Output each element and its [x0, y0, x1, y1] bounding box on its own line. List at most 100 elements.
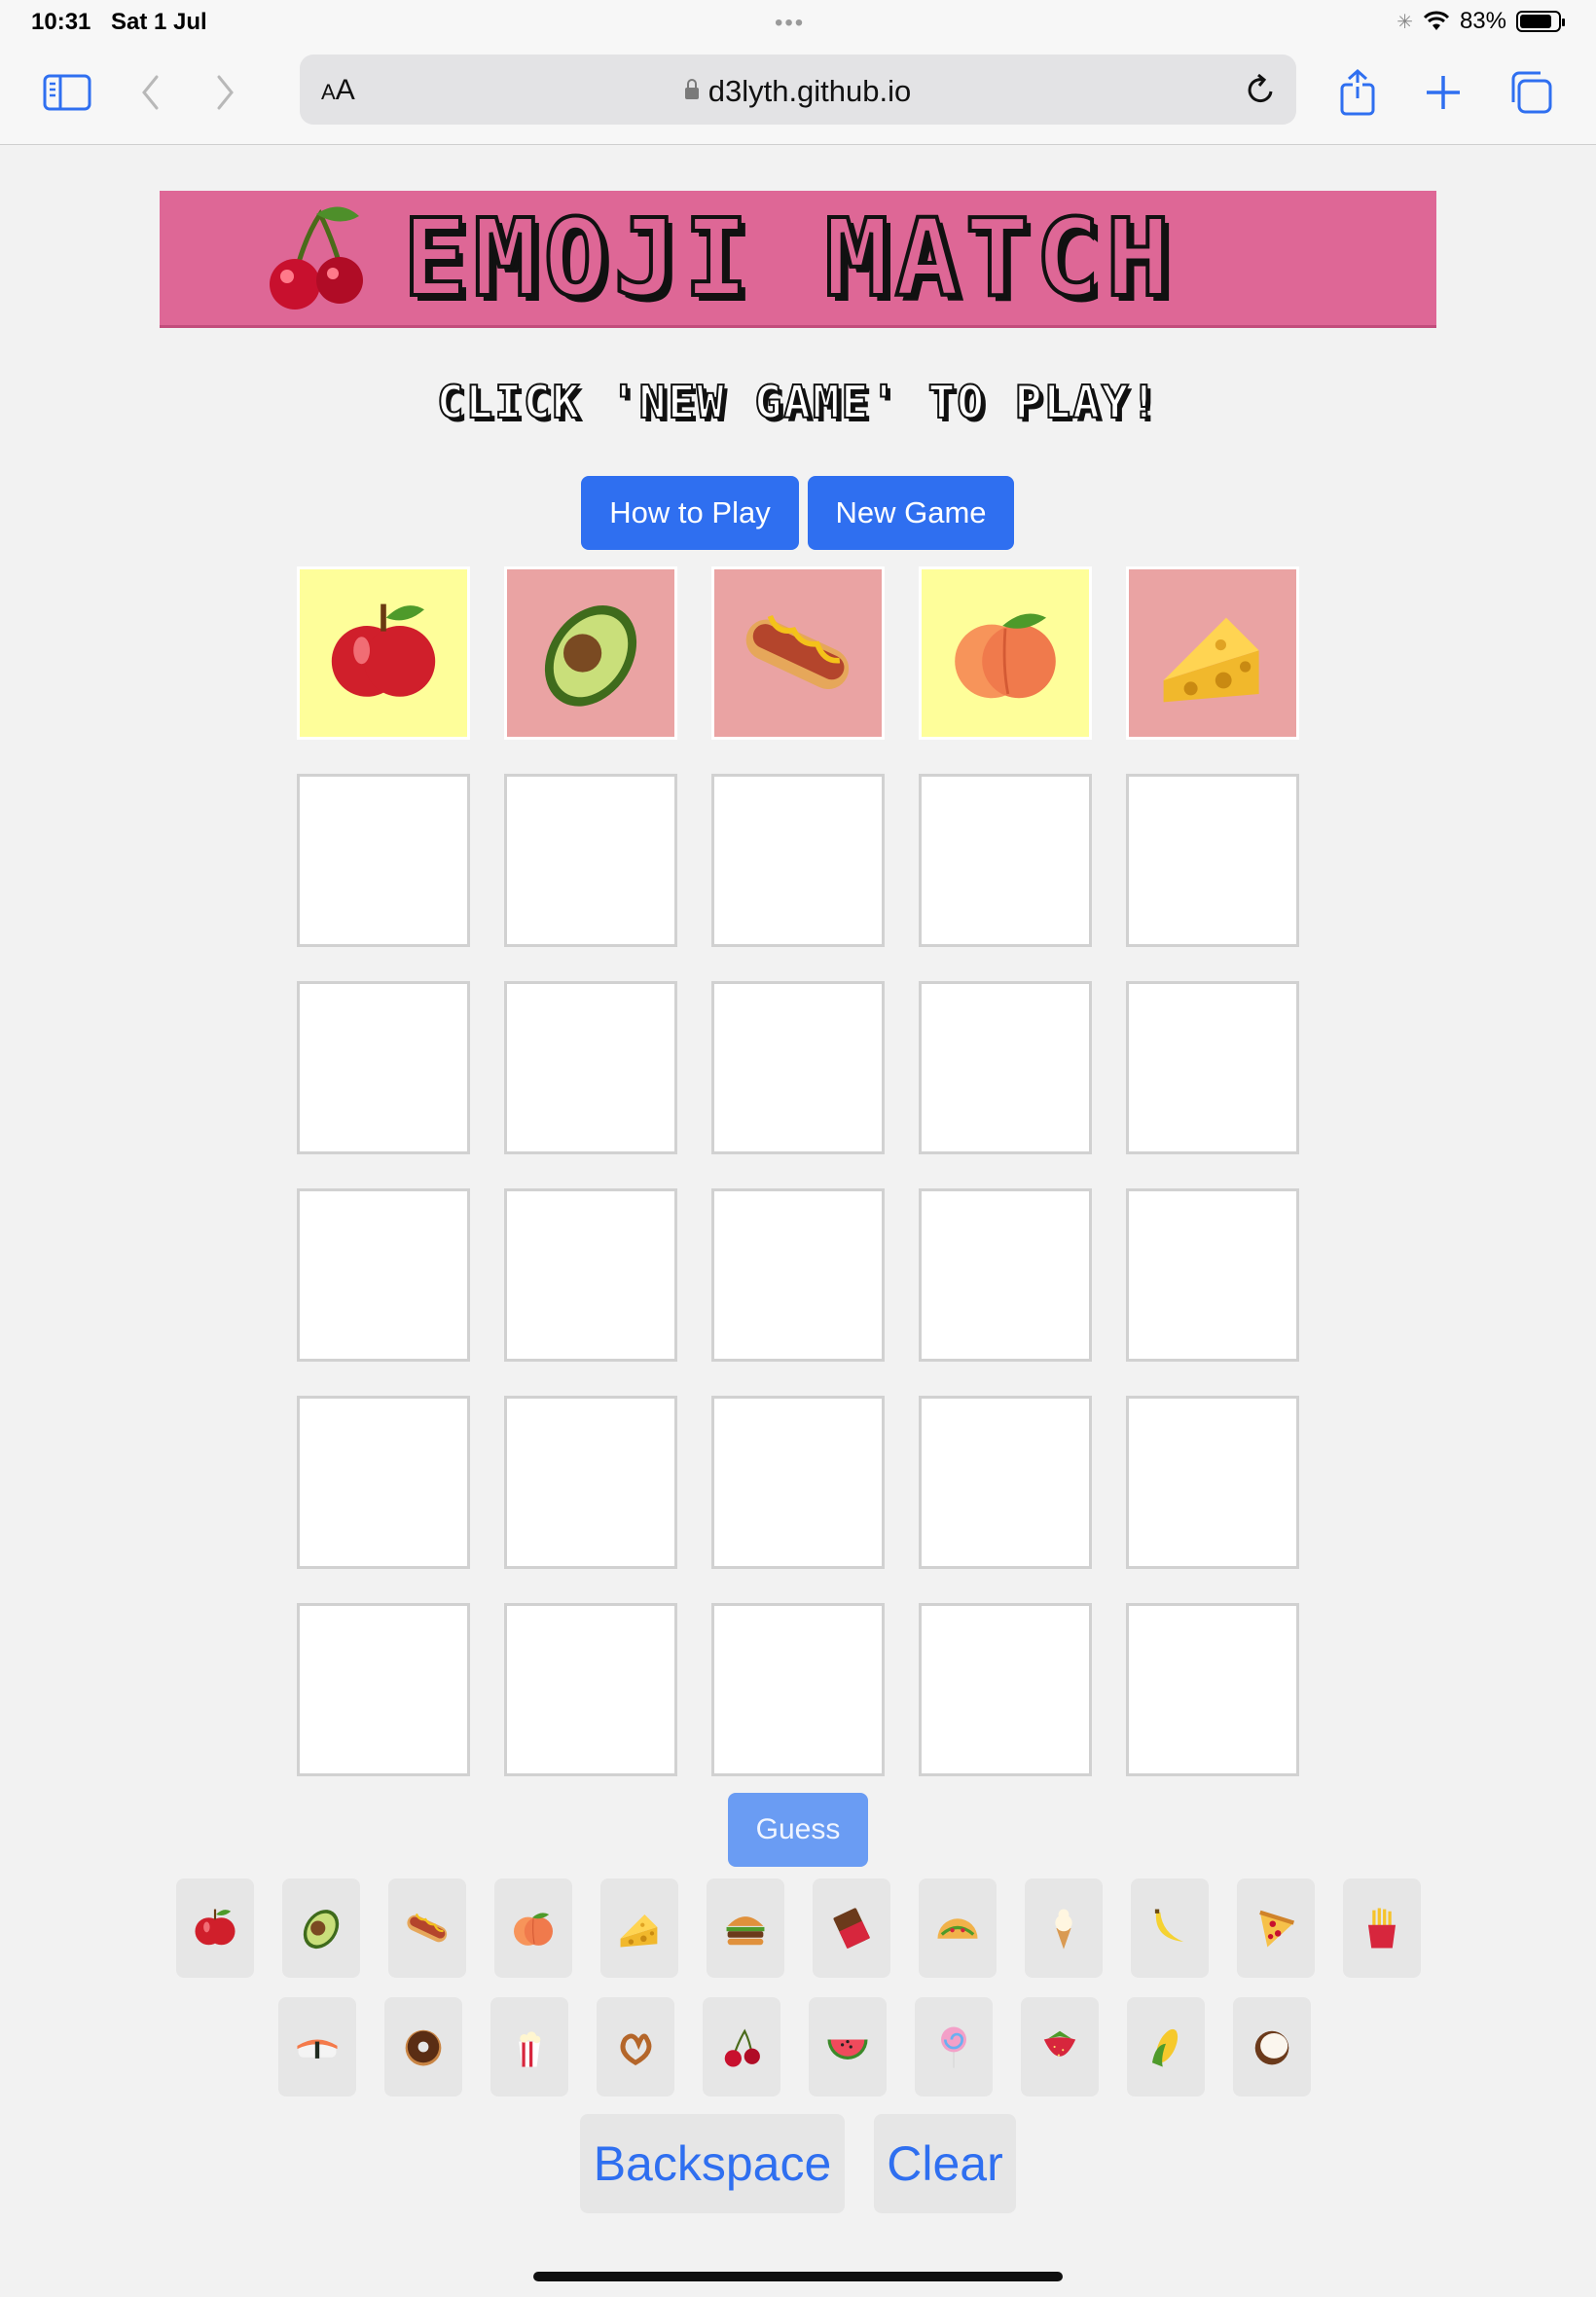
title-banner: EMOJI MATCH: [160, 191, 1436, 328]
empty-tile: [1126, 1188, 1299, 1362]
emoji-key-ice-cream[interactable]: [1025, 1878, 1103, 1978]
back-icon[interactable]: [125, 66, 177, 119]
coconut-icon: [1254, 2030, 1289, 2065]
banana-icon: [1154, 1909, 1184, 1943]
empty-tile: [1126, 1603, 1299, 1776]
emoji-key-strawberry[interactable]: [1021, 1997, 1099, 2096]
empty-tile: [504, 1603, 677, 1776]
cheese-icon: [1163, 617, 1259, 703]
hot-dog-icon: [407, 1913, 448, 1943]
taco-icon: [937, 1918, 978, 1939]
empty-tile: [504, 1188, 677, 1362]
battery-level: [1520, 15, 1551, 28]
empty-tile: [1126, 981, 1299, 1154]
emoji-key-donut[interactable]: [384, 1997, 462, 2096]
apple-icon: [331, 603, 436, 697]
empty-tile: [504, 774, 677, 947]
forward-icon[interactable]: [199, 66, 251, 119]
emoji-key-avocado[interactable]: [282, 1878, 360, 1978]
empty-tile: [297, 981, 470, 1154]
board-tile: [297, 566, 470, 740]
emoji-key-pizza[interactable]: [1237, 1878, 1315, 1978]
reload-icon[interactable]: [1242, 70, 1279, 109]
activity-spinner-icon: ✳: [1396, 11, 1413, 33]
emoji-key-corn[interactable]: [1127, 1997, 1205, 2096]
browser-toolbar: AA d3lyth.github.io: [0, 45, 1596, 145]
board-tile: [1126, 566, 1299, 740]
empty-tile: [711, 774, 885, 947]
backspace-button[interactable]: Backspace: [580, 2114, 845, 2213]
guess-button[interactable]: Guess: [728, 1793, 868, 1867]
empty-tile: [1126, 774, 1299, 947]
emoji-key-chocolate[interactable]: [813, 1878, 890, 1978]
sushi-icon: [297, 2039, 338, 2059]
url-display[interactable]: d3lyth.github.io: [300, 74, 1296, 109]
cherries-icon: [724, 2028, 760, 2067]
peach-icon: [514, 1913, 553, 1946]
cherries-icon: [270, 206, 363, 310]
empty-tile: [711, 1603, 885, 1776]
emoji-key-burger[interactable]: [707, 1878, 784, 1978]
empty-tile: [1126, 1396, 1299, 1569]
corn-icon: [1151, 2028, 1179, 2067]
popcorn-icon: [519, 2031, 541, 2067]
empty-tile: [711, 981, 885, 1154]
clear-button[interactable]: Clear: [874, 2114, 1016, 2213]
emoji-key-peach[interactable]: [494, 1878, 572, 1978]
empty-tile: [297, 1396, 470, 1569]
url-text: d3lyth.github.io: [707, 74, 912, 108]
emoji-key-popcorn[interactable]: [490, 1997, 568, 2096]
instructions-heading: CLICK 'NEW GAME' TO PLAY!: [436, 375, 1160, 429]
empty-tile: [919, 981, 1092, 1154]
fries-icon: [1367, 1908, 1396, 1949]
avocado-icon: [303, 1910, 340, 1950]
new-game-button[interactable]: New Game: [808, 476, 1014, 550]
tabs-overview-icon[interactable]: [1505, 66, 1557, 119]
board-tile: [504, 566, 677, 740]
emoji-key-cheese[interactable]: [600, 1878, 678, 1978]
page-title: EMOJI MATCH: [401, 196, 1177, 320]
emoji-key-cherries[interactable]: [703, 1997, 780, 2096]
battery-icon: [1516, 11, 1565, 32]
donut-icon: [405, 2029, 442, 2066]
empty-tile: [711, 1396, 885, 1569]
emoji-key-pretzel[interactable]: [597, 1997, 674, 2096]
board-tile: [919, 566, 1092, 740]
sidebar-toggle-icon[interactable]: [41, 66, 93, 119]
how-to-play-button[interactable]: How to Play: [581, 476, 799, 550]
emoji-key-lollipop[interactable]: [915, 1997, 993, 2096]
home-indicator: [533, 2272, 1063, 2281]
emoji-key-banana[interactable]: [1131, 1878, 1209, 1978]
multitasking-dots-icon[interactable]: •••: [775, 10, 805, 37]
cheese-icon: [620, 1914, 658, 1948]
share-icon[interactable]: [1331, 66, 1384, 119]
empty-tile: [504, 1396, 677, 1569]
pizza-icon: [1259, 1910, 1295, 1948]
battery-percent: 83%: [1459, 8, 1506, 34]
address-bar[interactable]: AA d3lyth.github.io: [300, 55, 1296, 125]
watermelon-icon: [827, 2039, 868, 2060]
emoji-key-fries[interactable]: [1343, 1878, 1421, 1978]
lock-icon: [684, 79, 699, 99]
strawberry-icon: [1043, 2030, 1076, 2057]
status-icons: ✳ 83%: [1396, 8, 1565, 35]
emoji-key-hot-dog[interactable]: [388, 1878, 466, 1978]
emoji-key-sushi[interactable]: [278, 1997, 356, 2096]
chocolate-icon: [833, 1908, 871, 1950]
new-tab-icon[interactable]: [1417, 66, 1469, 119]
emoji-key-watermelon[interactable]: [809, 1997, 887, 2096]
apple-icon: [195, 1909, 236, 1946]
emoji-key-taco[interactable]: [919, 1878, 997, 1978]
empty-tile: [504, 981, 677, 1154]
date: Sat 1 Jul: [111, 9, 207, 35]
avocado-icon: [544, 604, 637, 707]
ice-cream-icon: [1055, 1909, 1072, 1950]
emoji-key-coconut[interactable]: [1233, 1997, 1311, 2096]
burger-icon: [726, 1916, 765, 1946]
emoji-key-apple[interactable]: [176, 1878, 254, 1978]
empty-tile: [919, 1603, 1092, 1776]
pretzel-icon: [620, 2033, 652, 2065]
lollipop-icon: [941, 2026, 966, 2068]
empty-tile: [297, 1188, 470, 1362]
empty-tile: [297, 1603, 470, 1776]
